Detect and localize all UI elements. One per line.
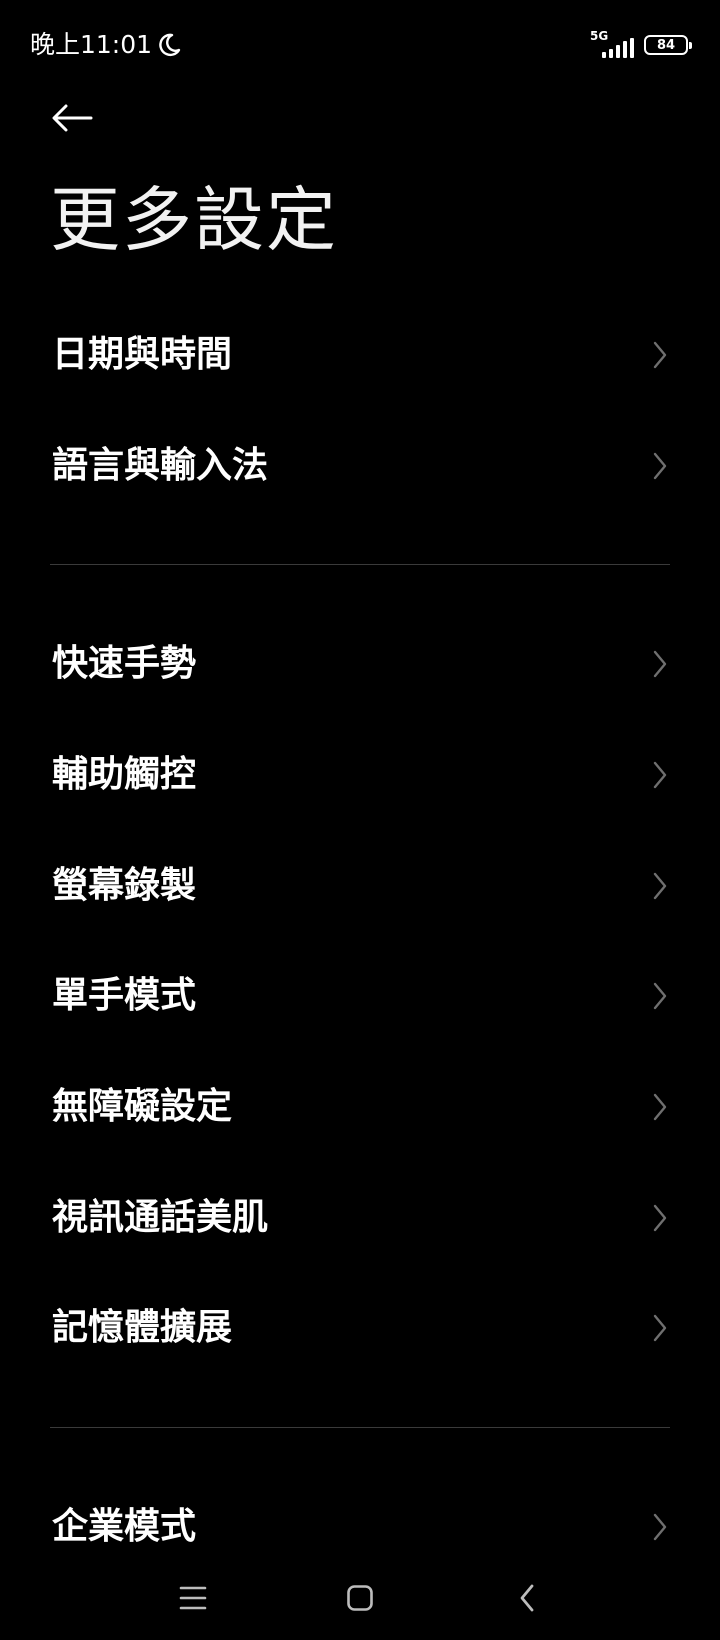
settings-item-label: 企業模式	[52, 1506, 197, 1547]
settings-item-label: 螢幕錄製	[52, 865, 197, 906]
clock-text: 晚上11:01	[30, 30, 153, 59]
do-not-disturb-moon-icon	[159, 33, 181, 57]
status-bar: 晚上11:01 5G 84	[0, 0, 720, 90]
menu-icon	[179, 1586, 207, 1610]
home-button[interactable]	[340, 1578, 380, 1618]
battery-icon: 84	[644, 35, 692, 55]
system-back-button[interactable]	[507, 1578, 547, 1618]
settings-item-label: 輔助觸控	[52, 754, 197, 795]
section-divider	[50, 1427, 670, 1428]
settings-item-label: 無障礙設定	[52, 1086, 233, 1127]
cellular-signal-icon: 5G	[590, 30, 634, 60]
system-navigation-bar	[0, 1560, 720, 1634]
settings-item-memory-extension[interactable]: 記憶體擴展	[0, 1278, 720, 1378]
settings-item-video-call-beauty[interactable]: 視訊通話美肌	[0, 1168, 720, 1268]
chevron-right-icon	[653, 1513, 667, 1541]
settings-item-label: 快速手勢	[52, 643, 197, 684]
chevron-right-icon	[653, 982, 667, 1010]
settings-item-label: 日期與時間	[52, 334, 233, 375]
chevron-right-icon	[653, 872, 667, 900]
back-arrow-icon	[52, 104, 93, 132]
battery-level: 84	[656, 37, 676, 53]
chevron-right-icon	[653, 761, 667, 789]
recent-apps-button[interactable]	[173, 1578, 213, 1618]
settings-item-label: 單手模式	[52, 975, 197, 1016]
chevron-right-icon	[653, 1204, 667, 1232]
settings-item-accessibility[interactable]: 無障礙設定	[0, 1057, 720, 1157]
status-time: 晚上11:01	[30, 30, 182, 60]
home-icon	[347, 1585, 373, 1611]
chevron-right-icon	[653, 650, 667, 678]
page-title: 更多設定	[50, 179, 338, 261]
settings-item-language-input[interactable]: 語言與輸入法	[0, 416, 720, 516]
chevron-right-icon	[653, 1093, 667, 1121]
settings-item-assistive-touch[interactable]: 輔助觸控	[0, 725, 720, 825]
settings-item-label: 語言與輸入法	[52, 445, 269, 486]
back-icon	[520, 1584, 534, 1612]
settings-item-label: 記憶體擴展	[52, 1307, 233, 1348]
chevron-right-icon	[653, 1314, 667, 1342]
chevron-right-icon	[653, 452, 667, 480]
settings-item-label: 視訊通話美肌	[52, 1197, 269, 1238]
settings-item-one-handed-mode[interactable]: 單手模式	[0, 946, 720, 1046]
chevron-right-icon	[653, 341, 667, 369]
settings-item-date-time[interactable]: 日期與時間	[0, 305, 720, 405]
status-icons: 5G 84	[590, 30, 692, 60]
back-button[interactable]	[46, 92, 98, 144]
settings-item-quick-gestures[interactable]: 快速手勢	[0, 614, 720, 714]
settings-item-screen-recording[interactable]: 螢幕錄製	[0, 836, 720, 936]
section-divider	[50, 564, 670, 565]
